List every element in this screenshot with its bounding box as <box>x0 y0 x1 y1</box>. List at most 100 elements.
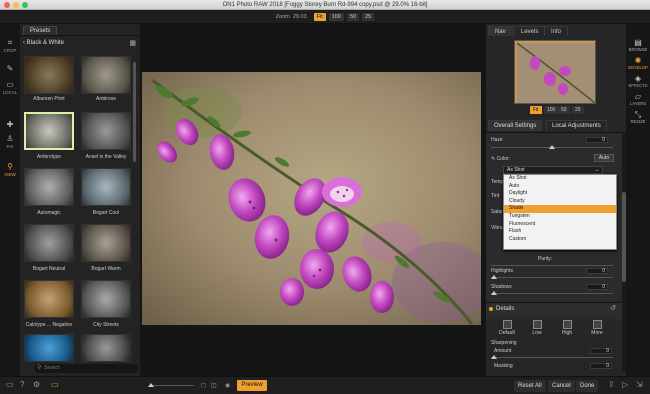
amount-slider-knob[interactable] <box>491 355 497 359</box>
help-icon[interactable]: ? <box>20 380 24 389</box>
done-button[interactable]: Done <box>576 380 599 392</box>
wb-option[interactable]: Daylight <box>504 190 616 198</box>
zoom-100-button[interactable]: 100 <box>328 12 344 21</box>
tab-levels[interactable]: Levels <box>514 26 546 36</box>
preset-thumb[interactable] <box>24 168 74 206</box>
view-tool[interactable]: ⚲ VIEW <box>1 162 19 177</box>
close-window-button[interactable] <box>4 2 10 8</box>
zoom-slider[interactable] <box>148 383 194 387</box>
haze-slider-knob[interactable] <box>549 145 555 149</box>
section-enabled-dot[interactable] <box>489 307 493 311</box>
send-icon[interactable]: ▷ <box>622 380 628 389</box>
nav-zoom-25[interactable]: 25 <box>572 106 584 114</box>
wb-option[interactable]: Custom <box>504 236 616 244</box>
wb-option[interactable]: Flash <box>504 228 616 236</box>
local-tool[interactable]: ✎ <box>1 64 19 74</box>
main-photo[interactable] <box>142 72 481 325</box>
compare-icon[interactable]: ◻ <box>201 382 206 389</box>
shadows-slider[interactable] <box>491 291 613 295</box>
amount-slider[interactable] <box>491 355 613 359</box>
crop-tool[interactable]: ⌗ CROP <box>1 38 19 53</box>
detail-low-button[interactable]: Low <box>526 320 548 336</box>
preset-thumb[interactable] <box>24 280 74 318</box>
nav-zoom-fit[interactable]: Fit <box>530 106 542 114</box>
wb-option[interactable]: Fluorescent <box>504 221 616 229</box>
preset-category[interactable]: ‹ Black & White ▦ <box>20 38 140 48</box>
wb-option[interactable]: Cloudy <box>504 198 616 206</box>
wb-option[interactable]: As Shot <box>504 175 616 183</box>
highlights-slider-knob[interactable] <box>491 275 497 279</box>
panel-toggle-icon[interactable]: ▭ <box>6 380 14 389</box>
preset-thumb[interactable] <box>24 224 74 262</box>
presets-tab[interactable]: Presets <box>23 26 58 35</box>
module-browse[interactable]: ▤ BROWSE <box>626 38 650 52</box>
effects-icon: ◈ <box>634 74 642 83</box>
soft-proof-icon[interactable]: ◉ <box>225 382 230 389</box>
gear-icon[interactable]: ⚙ <box>33 380 40 389</box>
minimize-window-button[interactable] <box>13 2 19 8</box>
expand-icon[interactable]: ⇲ <box>636 380 643 389</box>
fix-tool[interactable]: ♙ FIX <box>1 134 19 149</box>
white-balance-menu[interactable]: As Shot Auto Daylight Cloudy Shade Tungs… <box>503 174 617 250</box>
wb-option-highlighted[interactable]: Shade <box>504 205 616 213</box>
zoom-value[interactable]: 29.03 <box>293 14 307 20</box>
masking-value[interactable]: 0 <box>590 363 612 369</box>
detail-high-button[interactable]: High <box>556 320 578 336</box>
highlights-slider[interactable] <box>491 275 613 279</box>
cancel-button[interactable]: Cancel <box>548 380 575 392</box>
zoom-25-button[interactable]: 25 <box>362 12 375 21</box>
preset-thumb[interactable] <box>81 224 131 262</box>
preset-thumb[interactable] <box>24 334 74 362</box>
nav-zoom-100[interactable]: 100 <box>544 106 559 114</box>
eyedropper-icon[interactable]: ✎ <box>491 156 495 162</box>
side-by-side-icon[interactable]: ◫ <box>211 382 217 389</box>
module-layers[interactable]: ▱ LAYERS <box>626 92 650 106</box>
tab-local-adjustments[interactable]: Local Adjustments <box>546 120 607 131</box>
wb-option[interactable]: Auto <box>504 183 616 191</box>
nav-zoom-50[interactable]: 50 <box>558 106 570 114</box>
module-effects[interactable]: ◈ EFFECTS <box>626 74 650 88</box>
reset-all-button[interactable]: Reset All <box>514 380 546 392</box>
shadows-slider-knob[interactable] <box>491 291 497 295</box>
wb-option[interactable]: Tungsten <box>504 213 616 221</box>
navigator-preview[interactable] <box>514 40 596 104</box>
white-balance-select[interactable]: As Shot ⌄ <box>503 166 603 174</box>
preview-button[interactable]: Preview <box>237 380 267 391</box>
local-gradient-tool[interactable]: ▭ LOCAL <box>1 80 19 95</box>
shadows-value[interactable]: 0 <box>586 284 608 290</box>
preset-thumb[interactable] <box>24 56 74 94</box>
module-develop[interactable]: ✺ DEVELOP <box>626 56 650 70</box>
preset-thumb[interactable] <box>81 280 131 318</box>
color-auto-button[interactable]: Auto <box>594 154 614 162</box>
preset-thumb[interactable] <box>81 112 131 150</box>
zoom-window-button[interactable] <box>22 2 28 8</box>
amount-value[interactable]: 0 <box>590 348 612 354</box>
share-icon[interactable]: ⇪ <box>608 380 615 389</box>
preset-thumb-selected[interactable] <box>24 112 74 150</box>
preset-thumb[interactable] <box>81 56 131 94</box>
purity-slider[interactable] <box>491 265 613 266</box>
detail-default-button[interactable]: Default <box>496 320 518 336</box>
presets-scrollbar[interactable] <box>133 62 136 162</box>
haze-value[interactable]: 0 <box>586 137 608 143</box>
detail-more-button[interactable]: More <box>586 320 608 336</box>
window-controls[interactable] <box>4 2 28 8</box>
details-section-header[interactable]: Details ↺ <box>486 302 622 314</box>
tab-overall-settings[interactable]: Overall Settings <box>488 120 543 131</box>
tab-nav[interactable]: Nav <box>488 26 513 36</box>
preset-thumb[interactable] <box>81 168 131 206</box>
haze-slider[interactable] <box>491 145 613 149</box>
image-canvas[interactable] <box>140 24 486 376</box>
zoom-fit-button[interactable]: Fit <box>313 12 326 21</box>
highlights-value[interactable]: 0 <box>586 268 608 274</box>
reset-section-icon[interactable]: ↺ <box>610 303 616 315</box>
zoom-50-button[interactable]: 50 <box>346 12 360 21</box>
preset-search-input[interactable]: ⚲ Search <box>34 364 138 373</box>
zoom-slider-knob[interactable] <box>148 383 154 387</box>
tab-info[interactable]: Info <box>544 26 569 36</box>
preset-thumb[interactable] <box>81 334 131 362</box>
filmstrip-icon[interactable]: ▭ <box>51 380 59 389</box>
retouch-tool[interactable]: ✚ <box>1 120 19 130</box>
grid-view-icon[interactable]: ▦ <box>129 39 136 49</box>
module-resize[interactable]: ⤡ RESIZE <box>626 110 650 124</box>
